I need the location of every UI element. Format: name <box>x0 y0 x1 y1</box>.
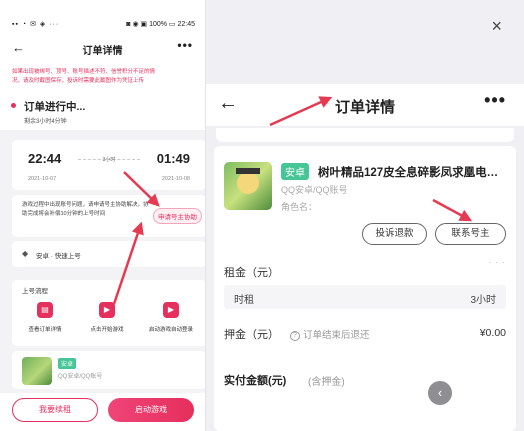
game-thumbnail <box>224 162 272 210</box>
game-card[interactable]: 安卓 QQ安卓/QQ账号 <box>12 351 205 389</box>
warning-line: 如果出现被绑号、顶号、账号描述不符、信誉积分不足的情 <box>12 69 156 75</box>
order-status-title: 订单进行中... <box>24 101 86 113</box>
platform-card: ◆ 安卓 · 快速上号 <box>12 241 205 267</box>
bottom-action-bar: 我要续租 启动游戏 <box>0 393 205 431</box>
complaint-refund-button[interactable]: 投诉退款 <box>362 223 427 245</box>
flow-step-auto-login: ▶ 启动游戏自动登录 <box>142 302 200 333</box>
flow-step-label: 点击开始游戏 <box>90 327 124 333</box>
right-nav-bar: ← 订单详情 ••• <box>206 84 524 126</box>
deposit-label: 押金（元） <box>224 329 279 341</box>
payment-label: 实付金额(元) <box>224 375 287 387</box>
more-icon[interactable]: ••• <box>177 38 193 52</box>
platform-label: 安卓 · 快速上号 <box>36 253 81 260</box>
account-type: QQ安卓/QQ账号 <box>281 185 348 195</box>
android-icon: ◆ <box>22 249 29 258</box>
start-date: 2021-10-07 <box>28 176 57 182</box>
platform-badge: 安卓 <box>58 358 77 369</box>
status-dot-icon <box>11 103 16 108</box>
status-bar-signal: ▪▪ ◔ ✉ ◈ ··· <box>12 21 60 28</box>
right-phone-screen: × ← 订单详情 ••• 安卓 树叶精品127皮全息碎影凤求凰电… QQ安卓/Q… <box>206 0 524 431</box>
screenshot-root: ▪▪ ◔ ✉ ◈ ··· ◙ ◉ ▣ 100% ▭ 22:45 ← 订单详情 •… <box>0 0 524 431</box>
warning-line: 况，请及时截图保存，投诉时需要此截图作为凭证上传 <box>12 78 145 84</box>
rent-label: 租金（元） <box>224 267 279 279</box>
contact-owner-button[interactable]: 联系号主 <box>435 223 506 245</box>
left-phone-screen: ▪▪ ◔ ✉ ◈ ··· ◙ ◉ ▣ 100% ▭ 22:45 ← 订单详情 •… <box>0 0 206 431</box>
play-icon: ▶ <box>99 302 115 318</box>
order-remaining-time: 剩余3小时4分钟 <box>24 119 67 125</box>
play-icon: ▶ <box>163 302 179 318</box>
page-title: 订单详情 <box>334 99 395 116</box>
game-title[interactable]: 树叶精品127皮全息碎影凤求凰电… <box>318 164 508 180</box>
login-flow-card: 上号流程 ▤ 查看订单详情 ▶ 点击开始游戏 ▶ 启动游戏自动登录 <box>12 280 205 346</box>
end-date: 2021-10-08 <box>161 176 190 182</box>
rent-row: 时租 3小时 <box>224 285 506 309</box>
flow-step-label: 启动游戏自动登录 <box>148 327 193 333</box>
request-owner-help-button[interactable]: 申请号主协助 <box>153 208 202 224</box>
warning-notice: 如果出现被绑号、顶号、账号描述不符、信誉积分不足的情 况，请及时截图保存，投诉时… <box>0 62 205 92</box>
start-game-button[interactable]: 启动游戏 <box>108 398 194 422</box>
flow-step-label: 查看订单详情 <box>28 327 62 333</box>
help-description: 游戏过程中出现账号问题，请申请号主协助解决，协助完成将会补偿10分钟的上号时间 <box>22 202 149 217</box>
rental-time-card: 22:44 3小时 01:49 2021-10-07 2021-10-08 <box>12 140 205 190</box>
left-nav-bar: ← 订单详情 ••• <box>0 34 205 62</box>
order-detail-card: 安卓 树叶精品127皮全息碎影凤求凰电… QQ安卓/QQ账号 角色名： 投诉退款… <box>214 146 516 431</box>
end-time: 01:49 <box>156 151 190 166</box>
order-status: 订单进行中... 剩余3小时4分钟 <box>0 92 205 130</box>
account-type: QQ安卓/QQ账号 <box>58 374 103 380</box>
renew-button[interactable]: 我要续租 <box>12 398 98 422</box>
status-bar: ▪▪ ◔ ✉ ◈ ··· ◙ ◉ ▣ 100% ▭ 22:45 <box>0 0 205 34</box>
rent-more-dots: · · · <box>488 258 506 267</box>
game-thumbnail <box>22 357 52 385</box>
flow-step-view-order: ▤ 查看订单详情 <box>16 302 74 333</box>
character-face <box>237 172 259 194</box>
rent-type: 时租 <box>234 295 254 306</box>
floating-back-button[interactable]: ‹ <box>428 381 452 405</box>
owner-help-card: 游戏过程中出现账号问题，请申请号主协助解决，协助完成将会补偿10分钟的上号时间 … <box>12 195 205 237</box>
order-detail-icon: ▤ <box>37 302 53 318</box>
help-circle-icon[interactable]: ? <box>290 331 300 341</box>
status-bar-right: ◙ ◉ ▣ 100% ▭ 22:45 <box>126 21 195 28</box>
platform-badge: 安卓 <box>281 163 309 180</box>
close-icon[interactable]: × <box>491 16 502 37</box>
login-flow-title: 上号流程 <box>22 288 48 295</box>
flow-step-start-game: ▶ 点击开始游戏 <box>78 302 136 333</box>
role-name: 角色名： <box>281 202 318 212</box>
payment-note: (含押金) <box>308 377 345 388</box>
deposit-note: ? 订单结束后退还 <box>290 327 370 341</box>
character-hat <box>236 168 260 174</box>
deposit-note-text: 订单结束后退还 <box>303 330 370 341</box>
rent-duration: 3小时 <box>470 295 496 306</box>
page-title: 订单详情 <box>82 46 123 57</box>
section-divider <box>216 128 514 142</box>
more-icon[interactable]: ••• <box>484 90 506 111</box>
deposit-value: ¥0.00 <box>479 327 506 339</box>
